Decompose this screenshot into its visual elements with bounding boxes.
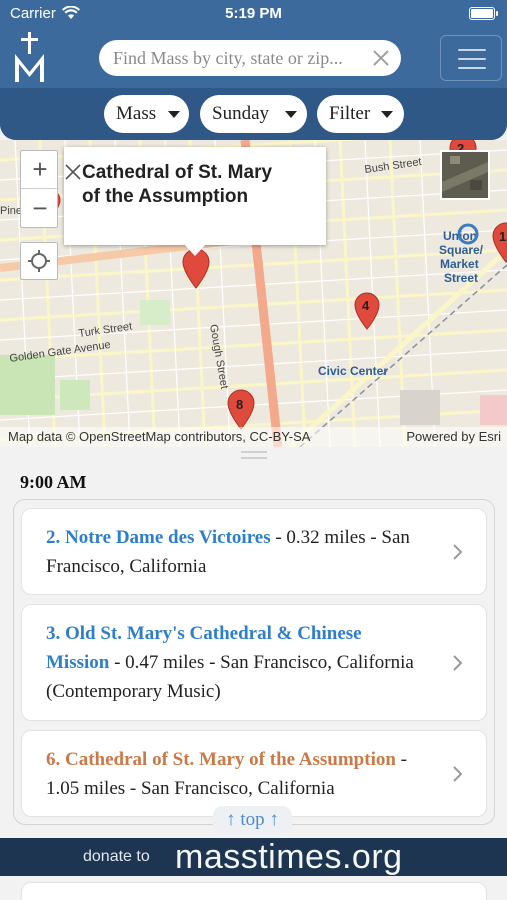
zoom-in-button[interactable]: + — [21, 151, 59, 189]
time-heading: 9:00 AM — [20, 472, 87, 492]
map-attribution: Map data © OpenStreetMap contributors, C… — [8, 429, 311, 444]
church-name-link[interactable]: 6. Cathedral of St. Mary of the Assumpti… — [46, 749, 396, 770]
svg-text:8: 8 — [236, 397, 243, 412]
mass-type-dropdown[interactable]: Mass — [104, 95, 189, 133]
svg-text:4: 4 — [362, 298, 370, 313]
search-input[interactable] — [113, 46, 363, 70]
clock: 5:19 PM — [225, 5, 282, 22]
dropdown-label: Mass — [116, 103, 157, 124]
chevron-right-icon — [453, 655, 463, 671]
crosshair-icon — [28, 250, 50, 272]
hamburger-menu-button[interactable] — [440, 35, 502, 81]
map-label: Street — [444, 271, 478, 285]
donate-label: donate to — [83, 848, 150, 865]
popup-title[interactable]: Cathedral of St. Mary of the Assumption — [82, 161, 282, 209]
battery-icon — [469, 7, 495, 20]
dropdown-label: Sunday — [212, 103, 269, 124]
chevron-right-icon — [453, 766, 463, 782]
filter-dropdown[interactable]: Filter — [317, 95, 404, 133]
search-bar[interactable] — [99, 40, 401, 76]
satellite-icon — [442, 152, 488, 198]
map-label: Pine — [0, 205, 22, 217]
map-label: Market — [440, 257, 479, 271]
chevron-right-icon — [453, 544, 463, 560]
map-popup[interactable]: Cathedral of St. Mary of the Assumption — [64, 147, 326, 245]
zoom-out-button[interactable]: − — [21, 190, 59, 228]
svg-text:1: 1 — [499, 229, 506, 244]
map-label: Square/ — [439, 243, 484, 257]
map-view[interactable]: Turk Street Golden Gate Avenue Gough Str… — [0, 140, 507, 447]
list-item[interactable]: 3. Old St. Mary's Cathedral & Chinese Mi… — [21, 604, 487, 721]
masstimes-logo[interactable] — [12, 32, 48, 84]
drag-handle[interactable] — [241, 449, 267, 459]
caret-down-icon — [168, 111, 180, 118]
donate-site: masstimes.org — [175, 838, 403, 876]
list-item[interactable] — [21, 882, 487, 900]
status-bar: Carrier 5:19 PM — [0, 0, 507, 28]
app-header: Carrier 5:19 PM Mass Sunday Filter — [0, 0, 507, 140]
caret-down-icon — [381, 111, 393, 118]
map-label: Civic Center — [318, 364, 388, 378]
basemap-toggle-button[interactable] — [440, 150, 490, 200]
powered-by-label: Powered by Esri — [406, 429, 501, 444]
day-dropdown[interactable]: Sunday — [200, 95, 307, 133]
caret-down-icon — [285, 111, 297, 118]
close-icon[interactable] — [64, 163, 82, 181]
clear-search-icon[interactable] — [371, 48, 391, 68]
locate-me-button[interactable] — [20, 242, 58, 280]
donate-banner[interactable]: donate to masstimes.org — [0, 838, 507, 876]
back-to-top-button[interactable]: ↑ top ↑ — [213, 806, 292, 834]
church-name-link[interactable]: 2. Notre Dame des Victoires — [46, 527, 271, 548]
zoom-control: + − — [20, 150, 59, 228]
dropdown-label: Filter — [329, 103, 371, 124]
list-item-current[interactable]: 6. Cathedral of St. Mary of the Assumpti… — [21, 730, 487, 817]
list-item[interactable]: 2. Notre Dame des Victoires - 0.32 miles… — [21, 508, 487, 595]
